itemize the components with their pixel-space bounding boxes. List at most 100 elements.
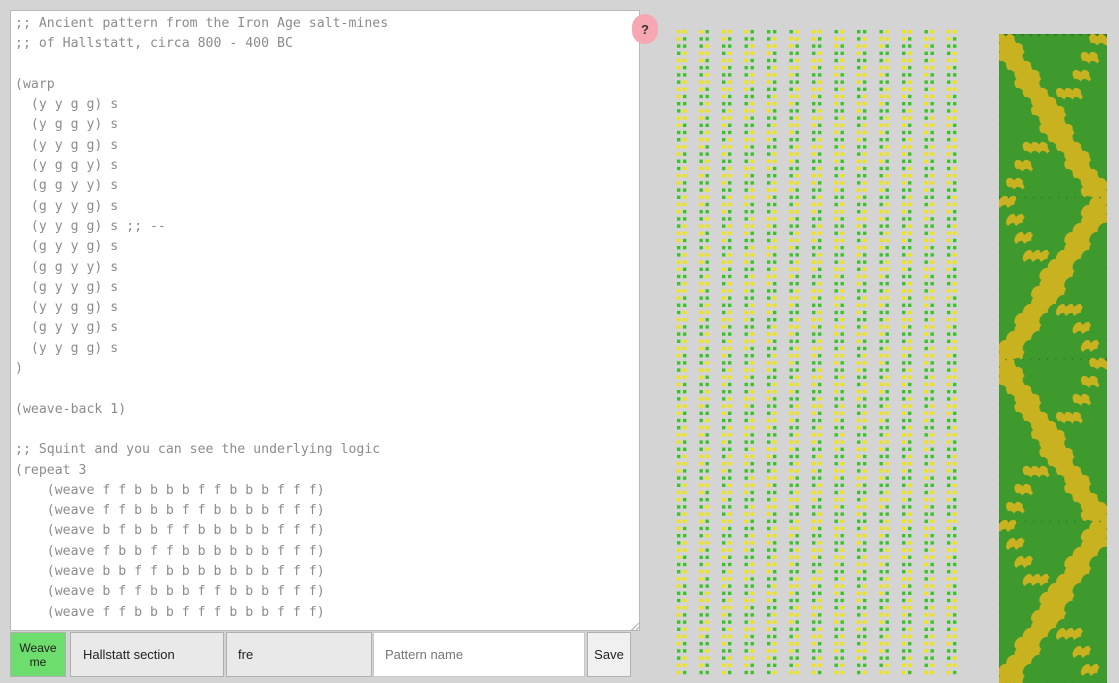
warp-dot [705,411,709,415]
warp-dot [908,498,912,502]
pattern-name-input[interactable] [373,632,585,677]
warp-dot [773,274,777,279]
warp-dot [840,354,844,358]
warp-dot [885,433,889,437]
warp-dot [773,138,777,142]
warp-dot [795,332,799,336]
warp-dot [705,332,709,336]
warp-dot [705,310,709,315]
warp-dot [902,534,906,538]
warp-dot [818,195,822,199]
warp-dot [953,332,957,336]
warp-dot [908,94,912,99]
warp-dot [705,433,709,437]
warp-dot [722,44,726,48]
warp-dot [863,58,867,63]
warp-dot [924,670,928,675]
warp-dot [908,109,912,113]
warp-dot [705,87,709,91]
code-editor[interactable]: ;; Ancient pattern from the Iron Age sal… [10,10,640,631]
warp-dot [857,318,861,322]
editor-resize-grip[interactable] [630,621,640,631]
warp-dot [818,577,822,581]
pattern-select[interactable]: Hallstatt section [70,632,224,677]
warp-dot [728,123,732,127]
warp-dot [705,152,709,156]
warp-dot [728,642,732,646]
warp-dot [773,30,777,34]
warp-dot [908,224,912,228]
warp-dot [773,217,777,221]
warp-dot [722,670,726,675]
warp-dot [699,152,703,156]
warp-dot [677,519,681,523]
warp-dot [773,44,777,48]
warp-dot [750,627,754,631]
warp-dot [750,138,754,142]
warp-dot [789,289,793,293]
warp-dot [930,94,934,99]
warp-dot [812,375,816,379]
warp-dot [795,339,799,343]
warp-dot [812,462,816,466]
warp-dot [818,440,822,444]
warp-dot [924,289,928,293]
warp-dot [744,51,748,55]
load-field[interactable]: fre [226,632,372,677]
warp-dot [683,462,687,466]
warp-dot [818,584,822,588]
warp-dot [818,390,822,394]
warp-dot [840,627,844,631]
warp-dot [683,534,687,538]
warp-dot [705,289,709,293]
warp-dot [789,51,793,55]
warp-dot [953,505,957,509]
warp-dot [699,382,703,387]
warp-dot [722,577,726,581]
warp-dot [863,418,867,423]
warp-dot [705,447,709,451]
warp-dot [885,505,889,509]
warp-dot [930,202,934,207]
warp-dot [677,570,681,574]
warp-dot [953,548,957,552]
warp-dot [789,670,793,675]
warp-dot [677,390,681,394]
warp-dot [744,231,748,235]
warp-dot [885,490,889,495]
warp-dot [773,534,777,538]
warp-dot [677,375,681,379]
warp-dot [789,325,793,329]
warp-dot [773,102,777,106]
warp-dot [744,188,748,192]
warp-dot [812,627,816,631]
warp-dot [683,166,687,171]
warp-dot [947,591,951,595]
warp-dot [840,260,844,264]
warp-dot [750,152,754,156]
warp-dot [953,37,957,41]
warp-dot [857,584,861,588]
warp-dot [683,397,687,401]
warp-dot [789,138,793,142]
warp-dot [834,375,838,379]
save-button[interactable]: Save [587,632,631,677]
warp-dot [908,238,912,243]
warp-dot [834,123,838,127]
warp-dot [699,217,703,221]
warp-dot [924,606,928,610]
warp-dot [789,130,793,135]
warp-dot [885,440,889,444]
warp-dot [879,80,883,84]
warp-dot [908,656,912,660]
warp-dot [947,512,951,516]
warp-dot [683,246,687,250]
help-button[interactable]: ? [632,14,658,44]
weave-button[interactable]: Weave me [10,632,66,677]
warp-dot [902,663,906,667]
warp-dot [744,498,748,502]
warp-dot [773,346,777,351]
warp-dot [699,282,703,286]
warp-dot [947,51,951,55]
warp-dot [728,246,732,250]
